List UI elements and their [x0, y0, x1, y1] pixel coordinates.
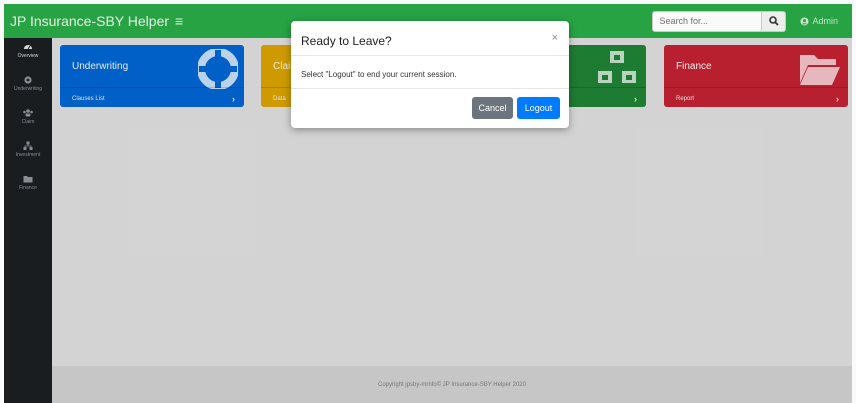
- cancel-button[interactable]: Cancel: [472, 97, 513, 119]
- logout-button[interactable]: Logout: [517, 97, 560, 119]
- modal-divider: [291, 88, 569, 89]
- modal-body-text: Select "Logout" to end your current sess…: [301, 70, 457, 79]
- logout-modal: Ready to Leave? × Select "Logout" to end…: [291, 21, 569, 128]
- modal-divider: [291, 55, 569, 56]
- modal-title: Ready to Leave?: [301, 34, 392, 48]
- close-icon[interactable]: ×: [552, 32, 558, 44]
